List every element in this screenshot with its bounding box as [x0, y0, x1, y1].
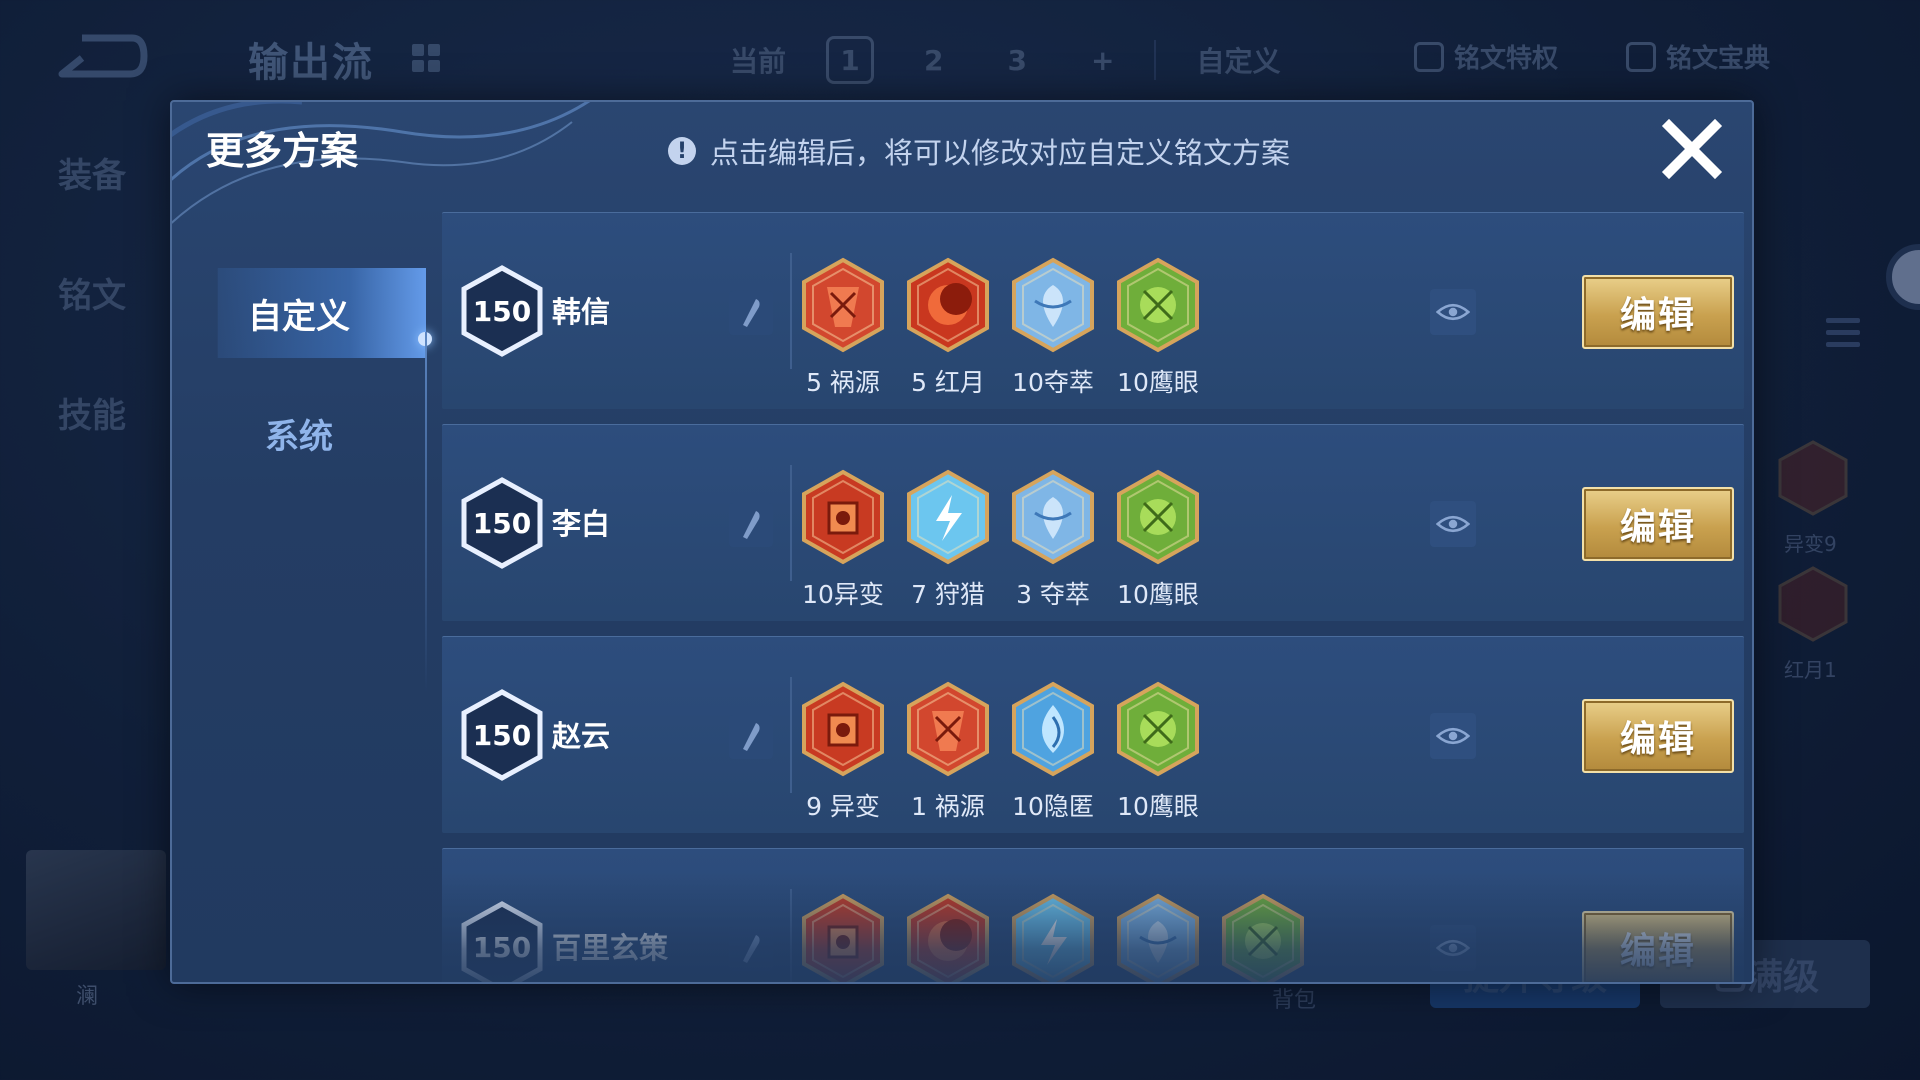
yingyan-gem-icon: [1116, 681, 1200, 777]
edit-button[interactable]: 编辑: [1582, 275, 1734, 349]
preview-button[interactable]: [1430, 713, 1476, 759]
hero-name: 赵云: [552, 719, 611, 753]
yingyan-gem-icon: [1116, 469, 1200, 565]
duocui-gem-icon: [1011, 257, 1095, 353]
gem-count-label: 7 狩猎: [911, 580, 985, 609]
rename-button[interactable]: [729, 715, 773, 759]
level-badge: 150: [461, 901, 543, 982]
pencil-icon: [743, 723, 760, 751]
level-value: 150: [473, 507, 531, 540]
gem-count-label: 10鹰眼: [1117, 792, 1199, 821]
gem-count-label: 10异变: [802, 580, 884, 609]
gem-count-label: 10夺萃: [1012, 368, 1094, 397]
gem-count-label: 1 祸源: [911, 792, 985, 821]
info-icon: !: [668, 137, 696, 165]
nav-system[interactable]: 系统: [172, 388, 426, 478]
nav-custom-label: 自定义: [248, 296, 350, 337]
edit-button[interactable]: 编辑: [1582, 699, 1734, 773]
hongyue-gem-icon: [906, 893, 990, 982]
close-icon[interactable]: [1657, 114, 1727, 184]
eye-icon: [1436, 515, 1470, 533]
huoyuan-gem-icon: [801, 257, 885, 353]
row-divider: [790, 253, 792, 369]
hero-name: 李白: [552, 507, 611, 541]
shoulie-gem-icon: [906, 469, 990, 565]
duocui-gem-icon: [1011, 469, 1095, 565]
row-divider: [790, 889, 792, 982]
eye-icon: [1436, 303, 1470, 321]
preview-button[interactable]: [1430, 925, 1476, 971]
gem-count-label: 9 异变: [806, 792, 880, 821]
plan-row: 150 韩信 5 祸源 5 红月 10夺萃 10鹰眼 编辑: [442, 212, 1744, 409]
eye-icon: [1436, 727, 1470, 745]
hint-text: ! 点击编辑后，将可以修改对应自定义铭文方案: [668, 130, 1290, 172]
gem-count-label: 10鹰眼: [1117, 580, 1199, 609]
gem-count-label: 3 夺萃: [1016, 580, 1090, 609]
gem-count-label: 5 红月: [911, 368, 985, 397]
preview-button[interactable]: [1430, 289, 1476, 335]
gem-count-label: 10隐匿: [1012, 792, 1094, 821]
yibian-gem-icon: [801, 893, 885, 982]
level-badge: 150: [461, 689, 543, 781]
plan-row: 150 赵云 9 异变 1 祸源 10隐匿 10鹰眼 编辑: [442, 636, 1744, 833]
pencil-icon: [743, 299, 760, 327]
pencil-icon: [743, 511, 760, 539]
yingyan-gem-icon: [1116, 257, 1200, 353]
level-value: 150: [473, 719, 531, 752]
eye-icon: [1436, 939, 1470, 957]
hero-name: 韩信: [552, 295, 611, 329]
gem-count-label: 10鹰眼: [1117, 368, 1199, 397]
yibian-gem-icon: [801, 469, 885, 565]
rename-button[interactable]: [729, 503, 773, 547]
level-badge: 150: [461, 265, 543, 357]
more-plans-modal: 更多方案 ! 点击编辑后，将可以修改对应自定义铭文方案 自定义 系统 150 韩信…: [170, 100, 1754, 984]
nav-system-label: 系统: [265, 416, 333, 457]
shoulie-gem-icon: [1011, 893, 1095, 982]
modal-header: 更多方案 ! 点击编辑后，将可以修改对应自定义铭文方案: [172, 102, 1752, 224]
level-value: 150: [473, 931, 531, 964]
hero-name: 百里玄策: [552, 931, 669, 965]
plan-list: 150 韩信 5 祸源 5 红月 10夺萃 10鹰眼 编辑 150 李白 10异变 7 狩猎 3 夺萃…: [442, 212, 1744, 982]
yingyan-gem-icon: [1221, 893, 1305, 982]
level-badge: 150: [461, 477, 543, 569]
edit-button[interactable]: 编辑: [1582, 487, 1734, 561]
hongyue-gem-icon: [906, 257, 990, 353]
rename-button[interactable]: [729, 291, 773, 335]
yinni-gem-icon: [1011, 681, 1095, 777]
preview-button[interactable]: [1430, 501, 1476, 547]
edit-button[interactable]: 编辑: [1582, 911, 1734, 982]
level-value: 150: [473, 295, 531, 328]
gem-count-label: 5 祸源: [806, 368, 880, 397]
duocui-gem-icon: [1116, 893, 1200, 982]
nav-divider: [425, 332, 427, 692]
row-divider: [790, 465, 792, 581]
hint-label: 点击编辑后，将可以修改对应自定义铭文方案: [710, 136, 1291, 170]
modal-title: 更多方案: [206, 129, 359, 173]
plan-category-nav: 自定义 系统: [172, 212, 432, 982]
plan-row: 150 李白 10异变 7 狩猎 3 夺萃 10鹰眼 编辑: [442, 424, 1744, 621]
pencil-icon: [743, 935, 760, 963]
row-divider: [790, 677, 792, 793]
yibian-gem-icon: [801, 681, 885, 777]
plan-row: 150 百里玄策 编辑: [442, 848, 1744, 982]
nav-custom[interactable]: 自定义: [217, 268, 426, 358]
rename-button[interactable]: [729, 927, 773, 971]
huoyuan-gem-icon: [906, 681, 990, 777]
